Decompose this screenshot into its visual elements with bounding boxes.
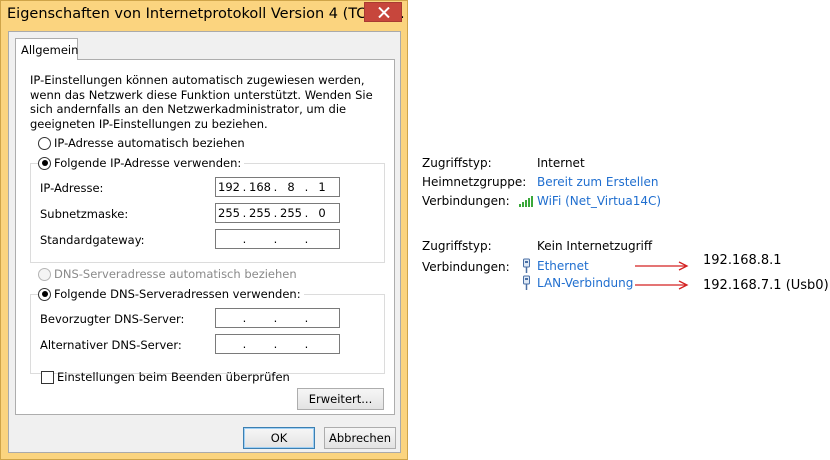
preferred-dns-input[interactable]: ... (215, 308, 340, 328)
access-type-label-2: Zugriffstyp: (422, 239, 492, 253)
homegroup-label: Heimnetzgruppe: (422, 175, 527, 189)
ip-octet-3: 8 (287, 180, 295, 194)
ip-manual-option[interactable]: Folgende IP-Adresse verwenden: (38, 156, 245, 170)
homegroup-link[interactable]: Bereit zum Erstellen (537, 175, 658, 189)
subnet-octet-2: 255 (249, 206, 271, 220)
title-bar[interactable]: Eigenschaften von Internetprotokoll Vers… (1, 1, 407, 31)
ethernet-ip-annotation: 192.168.8.1 (703, 253, 782, 268)
close-icon (378, 7, 390, 18)
dns-manual-label: Folgende DNS-Serveradressen verwenden: (54, 287, 301, 301)
subnet-label: Subnetzmaske: (40, 207, 129, 221)
gateway-label: Standardgateway: (40, 233, 145, 247)
dns-manual-radio[interactable] (38, 287, 51, 301)
lan-ip-annotation: 192.168.7.1 (Usb0) (703, 278, 829, 293)
subnet-octet-3: 255 (280, 206, 302, 220)
dns-auto-radio (38, 267, 51, 281)
close-button[interactable] (364, 2, 402, 22)
wifi-connection-link[interactable]: WiFi (Net_Virtua14C) (537, 194, 661, 208)
ip-octet-1: 192 (218, 180, 240, 194)
arrow-lan (635, 280, 689, 290)
subnet-octet-1: 255 (218, 206, 240, 220)
subnet-octet-4: 0 (318, 206, 326, 220)
dialog-title: Eigenschaften von Internetprotokoll Vers… (7, 6, 405, 22)
dns-manual-option[interactable]: Folgende DNS-Serveradressen verwenden: (38, 287, 304, 301)
advanced-button[interactable]: Erweitert... (297, 388, 384, 410)
tcpip-properties-dialog: Eigenschaften von Internetprotokoll Vers… (0, 0, 408, 460)
alternate-dns-label: Alternativer DNS-Server: (40, 338, 182, 352)
alternate-dns-input[interactable]: ... (215, 334, 340, 354)
general-panel: IP-Einstellungen können automatisch zuge… (15, 59, 395, 415)
validate-checkbox[interactable] (41, 371, 54, 384)
access-type-value-2: Kein Internetzugriff (537, 239, 653, 253)
arrow-ethernet (635, 261, 689, 271)
ethernet-plug-icon (523, 258, 530, 273)
access-type-value-1: Internet (537, 156, 585, 170)
dns-auto-option: DNS-Serveradresse automatisch beziehen (38, 267, 297, 281)
validate-label[interactable]: Einstellungen beim Beenden überprüfen (57, 370, 290, 384)
tab-allgemein[interactable]: Allgemein (15, 38, 78, 60)
preferred-dns-label: Bevorzugter DNS-Server: (40, 312, 185, 326)
cancel-button[interactable]: Abbrechen (324, 427, 396, 449)
ip-octet-4: 1 (318, 180, 326, 194)
wifi-signal-icon (519, 196, 533, 207)
dns-auto-label: DNS-Serveradresse automatisch beziehen (54, 267, 297, 281)
ip-address-input[interactable]: 192. 168. 8. 1 (215, 177, 340, 197)
gateway-input[interactable]: ... (215, 229, 340, 249)
connections-label-2: Verbindungen: (422, 260, 510, 274)
ip-auto-label: IP-Adresse automatisch beziehen (54, 136, 245, 150)
dialog-client-area: Allgemein IP-Einstellungen können automa… (8, 31, 401, 453)
ip-manual-label: Folgende IP-Adresse verwenden: (54, 156, 242, 170)
intro-text: IP-Einstellungen können automatisch zuge… (30, 73, 373, 131)
ip-auto-option[interactable]: IP-Adresse automatisch beziehen (38, 136, 245, 150)
ethernet-plug-icon (523, 275, 530, 290)
ok-button[interactable]: OK (243, 427, 315, 449)
ip-octet-2: 168 (249, 180, 271, 194)
ip-auto-radio[interactable] (38, 136, 51, 150)
ip-manual-radio[interactable] (38, 156, 51, 170)
access-type-label-1: Zugriffstyp: (422, 156, 492, 170)
lan-connection-link[interactable]: LAN-Verbindung (537, 276, 633, 290)
connections-label-1: Verbindungen: (422, 194, 510, 208)
ip-address-label: IP-Adresse: (40, 181, 104, 195)
ethernet-connection-link[interactable]: Ethernet (537, 259, 589, 273)
subnet-input[interactable]: 255. 255. 255. 0 (215, 203, 340, 223)
